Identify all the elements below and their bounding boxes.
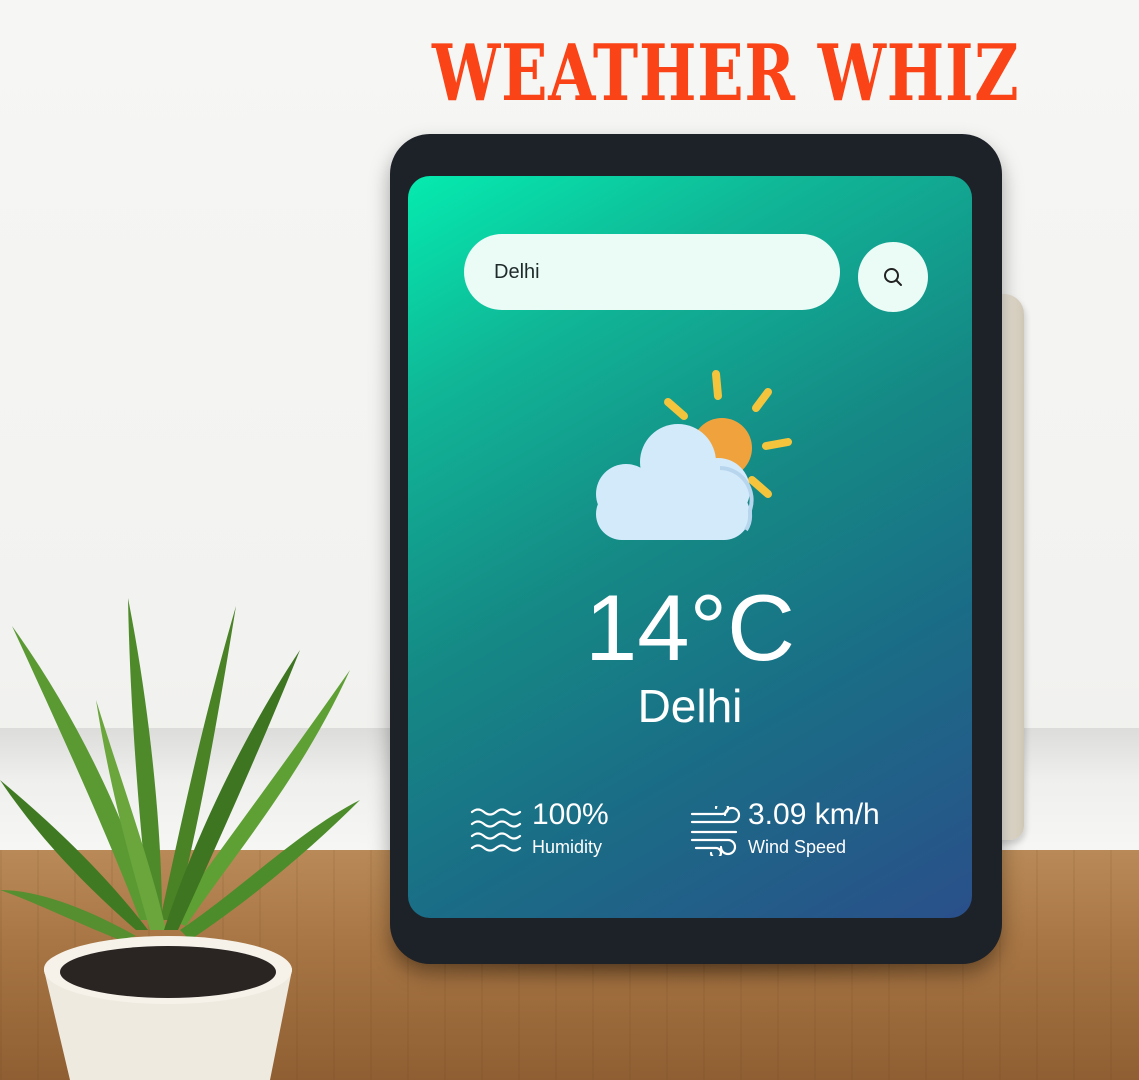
- wind-speed-label: Wind Speed: [748, 837, 847, 857]
- city-name: Delhi: [637, 680, 743, 732]
- brand-title: WEATHER WHIZ: [432, 28, 1020, 119]
- humidity-label: Humidity: [532, 837, 603, 857]
- product-photo-scene: WEATHER WHIZ Delhi 14°C Delhi 100% Humid…: [0, 0, 1139, 1080]
- weather-app-screen: Delhi 14°C Delhi 100% Humidity 3.09 km/h…: [408, 176, 972, 918]
- humidity-value: 100%: [532, 798, 609, 831]
- wind-stat: 3.09 km/h Wind Speed: [690, 796, 960, 866]
- search-button[interactable]: [858, 242, 928, 312]
- plant-leaves: [0, 598, 360, 940]
- city-search-input[interactable]: Delhi: [464, 234, 840, 310]
- search-icon: [884, 268, 902, 286]
- potted-plant: [0, 598, 360, 1080]
- wind-icon: [690, 806, 741, 856]
- partly-cloudy-icon: [596, 370, 792, 540]
- humidity-waves-icon: [470, 808, 522, 852]
- wind-speed-value: 3.09 km/h: [748, 798, 880, 831]
- humidity-stat: 100% Humidity: [470, 796, 680, 866]
- temperature-readout: 14°C: [584, 575, 796, 680]
